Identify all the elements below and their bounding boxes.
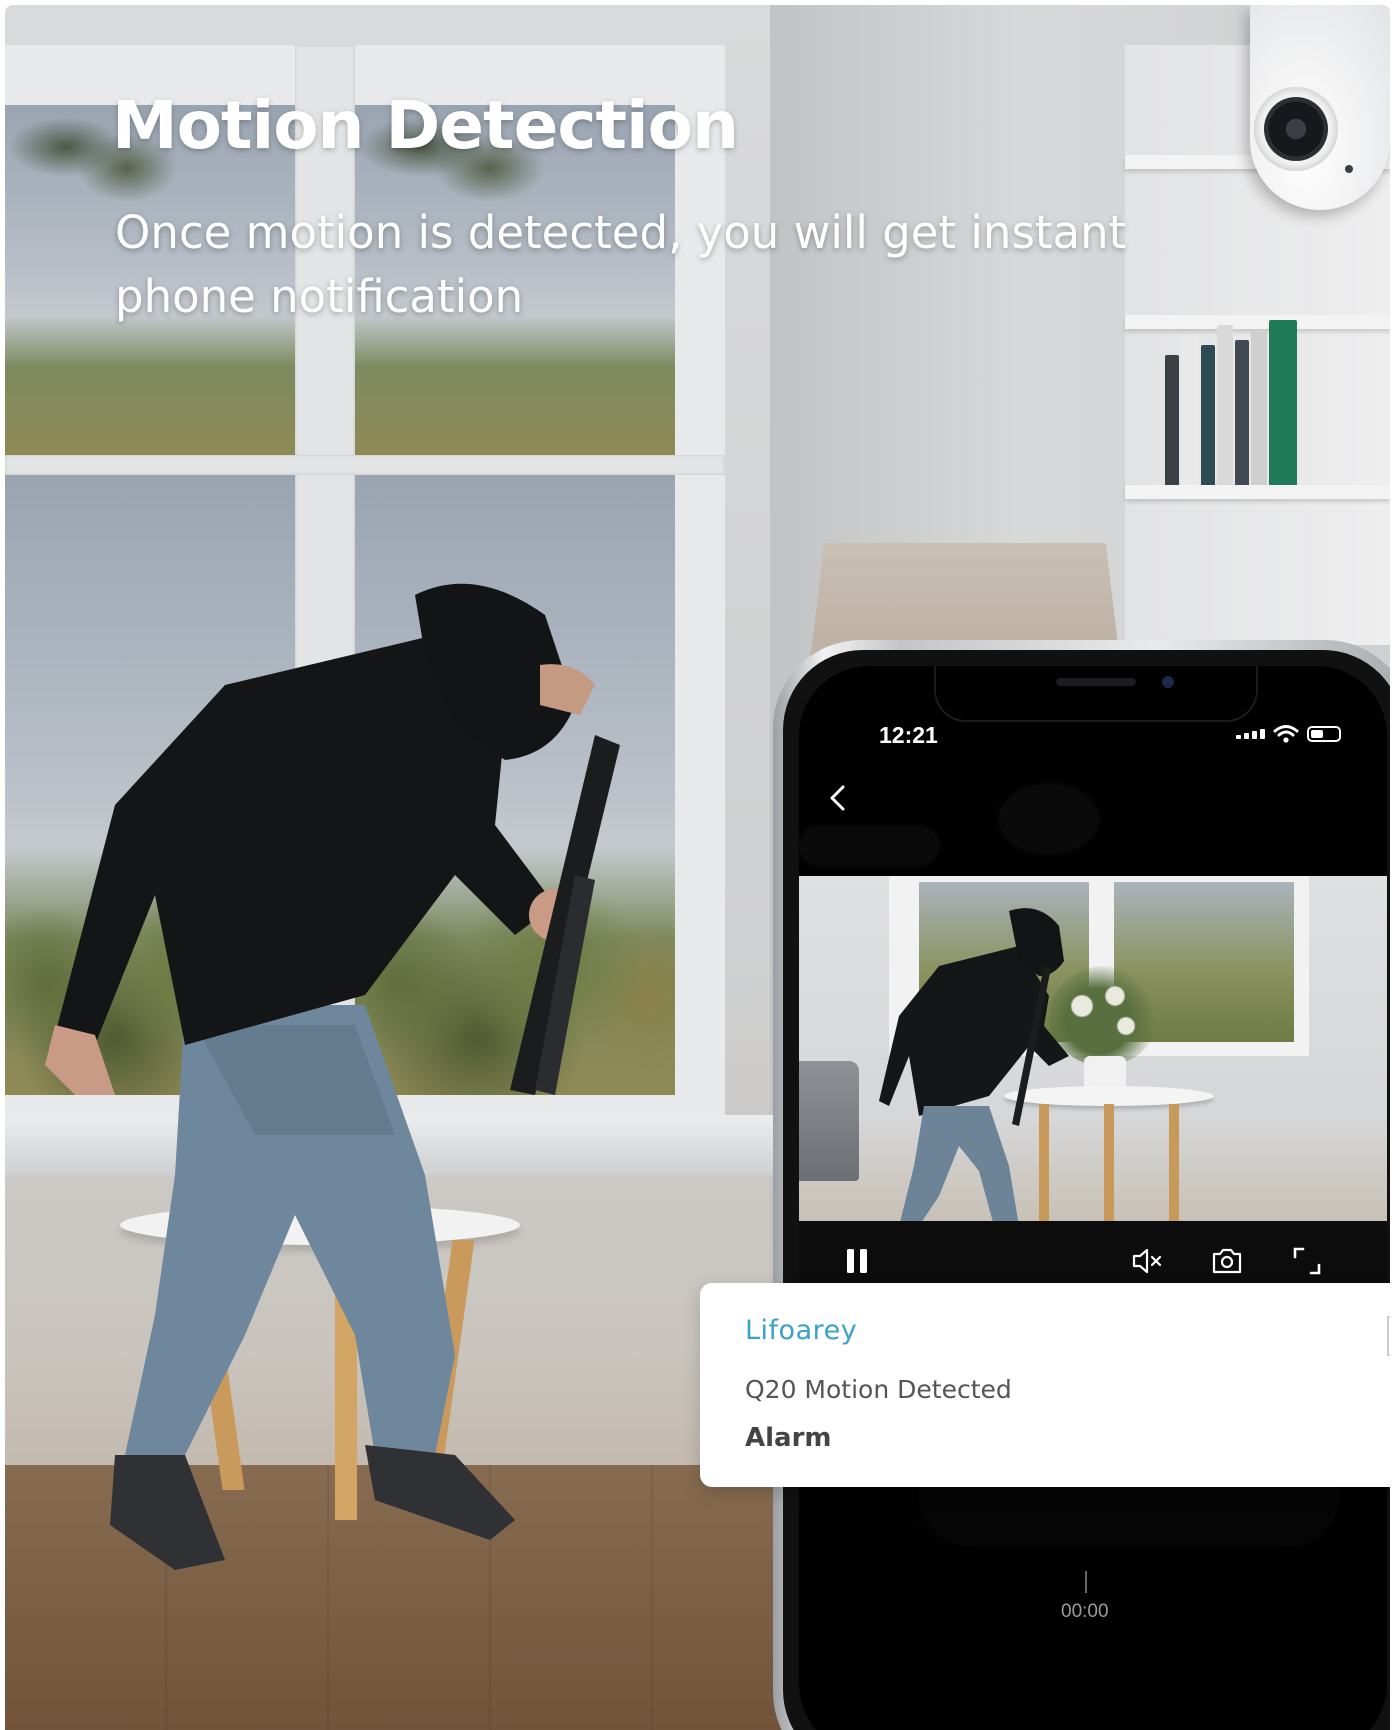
timeline-cursor[interactable]: [1085, 1571, 1087, 1593]
status-time: 12:21: [879, 722, 938, 748]
feed-intruder: [879, 908, 1069, 1221]
camera-lens-icon: [1264, 97, 1328, 161]
status-icons: [1236, 724, 1341, 744]
pause-icon[interactable]: [839, 1243, 875, 1279]
playback-time: 00:00: [1061, 1601, 1109, 1622]
mute-icon[interactable]: [1129, 1243, 1165, 1279]
fullscreen-icon[interactable]: [1289, 1243, 1325, 1279]
battery-icon: [1307, 726, 1341, 742]
shelf-board: [1125, 485, 1390, 499]
intruder-figure: [45, 583, 620, 1570]
window-mullion: [5, 455, 725, 475]
snapshot-icon[interactable]: [1209, 1243, 1245, 1279]
notification-edge: [1387, 1316, 1390, 1356]
page-title: Motion Detection: [112, 87, 739, 164]
back-chevron-icon[interactable]: [825, 784, 853, 812]
signal-dots-icon: [1236, 729, 1265, 739]
security-camera: [1250, 5, 1390, 210]
redacted-area: [999, 784, 1099, 854]
books: [1165, 315, 1305, 485]
redacted-area: [799, 826, 939, 866]
phone-screen: 12:21 00:00: [799, 666, 1387, 1730]
wifi-icon: [1273, 725, 1299, 743]
notification-app-name: Lifoarey: [745, 1315, 858, 1346]
page-subtitle: Once motion is detected, you will get in…: [115, 206, 1127, 323]
notification-body: Alarm: [745, 1423, 832, 1453]
smartphone: 12:21 00:00: [773, 640, 1390, 1730]
live-video-feed[interactable]: [799, 876, 1387, 1221]
phone-notch: [934, 666, 1258, 722]
feed-chair: [799, 1061, 859, 1181]
hero-scene: Motion Detection Once motion is detected…: [5, 5, 1390, 1730]
push-notification[interactable]: Lifoarey Q20 Motion Detected Alarm: [700, 1283, 1390, 1487]
notification-title: Q20 Motion Detected: [745, 1375, 1012, 1404]
